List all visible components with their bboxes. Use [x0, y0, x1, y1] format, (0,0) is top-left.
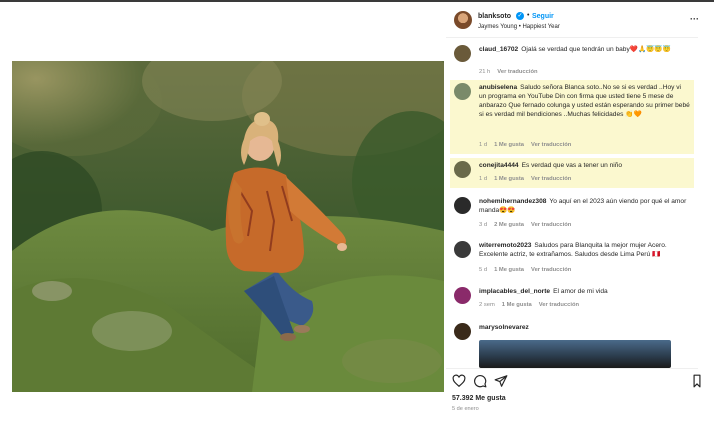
comment-username[interactable]: anubiselena [479, 84, 517, 91]
comment-item: claud_16702 Ojalá se verdad que tendrán u… [450, 42, 694, 78]
comment-body: Ojalá se verdad que tendrán un baby❤️🙏😇😇… [521, 46, 671, 53]
commenter-avatar[interactable] [454, 197, 471, 214]
comment-time: 5 d [479, 267, 488, 273]
share-icon[interactable] [494, 374, 508, 388]
comment-time: 21 h [479, 69, 491, 75]
comment-text: witerremoto2023 Saludos para Blanquita la… [479, 241, 690, 259]
audio-track[interactable]: Jaymes Young • Happiest Year [478, 24, 560, 30]
comment-item: witerremoto2023 Saludos para Blanquita la… [450, 238, 694, 280]
heart-icon[interactable] [452, 374, 466, 388]
comment-username[interactable]: claud_16702 [479, 46, 518, 53]
commenter-avatar[interactable] [454, 241, 471, 258]
comments-list[interactable]: claud_16702 Ojalá se verdad que tendrán u… [446, 40, 698, 368]
commenter-avatar[interactable] [454, 83, 471, 100]
comment-item: anubiselena Saludo señora Blanca soto..No… [450, 80, 694, 154]
comment-time: 1 d [479, 176, 488, 182]
comment-username[interactable]: marysolnevarez [479, 324, 529, 331]
comment-meta: 1 d 1 Me gusta Ver traducción [479, 176, 578, 182]
verified-badge-icon: ✓ [516, 12, 524, 20]
comment-meta: 3 d 2 Me gusta Ver traducción [479, 222, 578, 228]
comment-text: anubiselena Saludo señora Blanca soto..No… [479, 83, 690, 119]
post-date[interactable]: 5 de enero [452, 406, 479, 412]
likes-count[interactable]: 1 Me gusta [494, 142, 524, 148]
post-panel: blanksoto ✓ • Seguir Jaymes Young • Happ… [446, 4, 701, 418]
translate-button[interactable]: Ver traducción [531, 222, 571, 228]
comment-meta: 21 h Ver traducción [479, 69, 545, 75]
likes-count[interactable]: 2 Me gusta [494, 222, 524, 228]
author-username[interactable]: blanksoto [478, 13, 511, 20]
comment-time: 2 sem [479, 302, 495, 308]
comment-text: nohemihernandez308 Yo aquí en el 2023 aún… [479, 197, 690, 215]
bookmark-icon[interactable] [692, 374, 702, 388]
follow-button[interactable]: Seguir [532, 13, 554, 20]
comment-meta: 5 d 1 Me gusta Ver traducción [479, 267, 578, 273]
comment-body: El amor de mi vida [553, 288, 608, 295]
top-divider [0, 0, 714, 2]
likes-count[interactable]: 1 Me gusta [502, 302, 532, 308]
comment-username[interactable]: nohemihernandez308 [479, 198, 546, 205]
commenter-avatar[interactable] [454, 45, 471, 62]
likes-count[interactable]: 1 Me gusta [494, 176, 524, 182]
comment-text: claud_16702 Ojalá se verdad que tendrán u… [479, 45, 690, 54]
post-photo [12, 61, 444, 392]
post-media[interactable] [12, 61, 444, 392]
comment-text: implacables_del_norte El amor de mi vida [479, 287, 690, 296]
comment-username[interactable]: conejita4444 [479, 162, 519, 169]
comment-image-preview[interactable] [479, 340, 671, 368]
translate-button[interactable]: Ver traducción [539, 302, 579, 308]
translate-button[interactable]: Ver traducción [497, 69, 537, 75]
post-actions: 57.392 Me gusta 5 de enero [446, 368, 701, 418]
post-header: blanksoto ✓ • Seguir Jaymes Young • Happ… [446, 4, 699, 38]
translate-button[interactable]: Ver traducción [531, 176, 571, 182]
separator-dot: • [527, 12, 530, 19]
comment-icon[interactable] [473, 374, 487, 388]
author-avatar[interactable] [454, 11, 472, 29]
comment-item: nohemihernandez308 Yo aquí en el 2023 aún… [450, 194, 694, 234]
translate-button[interactable]: Ver traducción [531, 267, 571, 273]
commenter-avatar[interactable] [454, 323, 471, 340]
more-options-icon[interactable]: ··· [690, 14, 699, 24]
comment-body: Es verdad que vas a tener un niño [521, 162, 623, 169]
comment-meta: 2 sem 1 Me gusta Ver traducción [479, 302, 586, 308]
comment-username[interactable]: implacables_del_norte [479, 288, 550, 295]
commenter-avatar[interactable] [454, 287, 471, 304]
comment-text: conejita4444 Es verdad que vas a tener un… [479, 161, 690, 170]
comment-time: 3 d [479, 222, 488, 228]
likes-count[interactable]: 1 Me gusta [494, 267, 524, 273]
translate-button[interactable]: Ver traducción [531, 142, 571, 148]
comment-item: conejita4444 Es verdad que vas a tener un… [450, 158, 694, 188]
likes-total[interactable]: 57.392 Me gusta [452, 395, 506, 402]
comment-username[interactable]: witerremoto2023 [479, 242, 531, 249]
comment-meta: 1 d 1 Me gusta Ver traducción [479, 142, 578, 148]
commenter-avatar[interactable] [454, 161, 471, 178]
comment-time: 1 d [479, 142, 488, 148]
comment-item: implacables_del_norte El amor de mi vida … [450, 284, 694, 314]
comment-text: marysolnevarez [479, 323, 690, 332]
